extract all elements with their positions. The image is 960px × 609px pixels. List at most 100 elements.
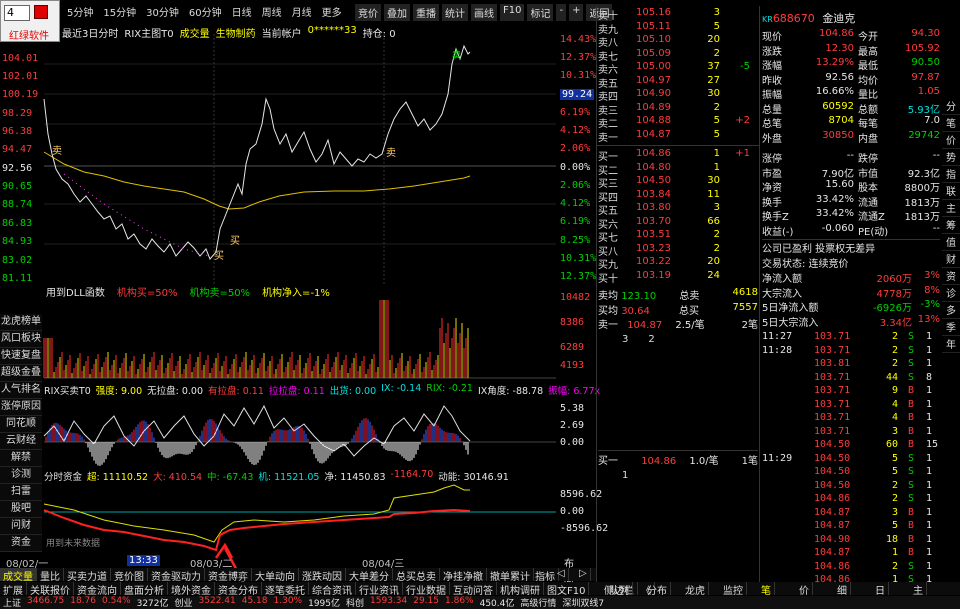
toolbar-button[interactable]: 重播 bbox=[413, 4, 439, 21]
indicator-tab[interactable]: 成交量 bbox=[0, 568, 37, 583]
indicator-tab[interactable]: 大单差分 bbox=[346, 568, 393, 583]
ask-row[interactable]: 卖八 105.10 20 bbox=[598, 34, 758, 49]
extend-tab[interactable]: 互动问答 bbox=[450, 582, 497, 597]
indicator-tab[interactable]: 竞价图 bbox=[111, 568, 148, 583]
right-strip-item[interactable]: 筹 bbox=[942, 217, 960, 234]
bid-row[interactable]: 买八 103.23 2 bbox=[598, 243, 758, 258]
indicator-tab[interactable]: 涨跌动因 bbox=[299, 568, 346, 583]
detail-tab[interactable]: 日 bbox=[872, 582, 889, 597]
detail-tab[interactable]: 龙虎 bbox=[682, 582, 709, 597]
ask-row[interactable]: 卖五 104.97 27 bbox=[598, 75, 758, 90]
tick-row[interactable]: 103.71 3 B 1 bbox=[762, 426, 940, 439]
menu-item[interactable]: 5分钟 bbox=[62, 4, 98, 19]
right-strip-item[interactable]: 年 bbox=[942, 336, 960, 353]
bid-row[interactable]: 买四 103.84 11 bbox=[598, 189, 758, 204]
indicator-tab[interactable]: ◁ bbox=[554, 568, 569, 581]
extend-tab[interactable]: 图文F10 bbox=[544, 582, 590, 597]
extend-tab[interactable]: 综合资讯 bbox=[309, 582, 356, 597]
indicator-tab[interactable]: 资金博弈 bbox=[205, 568, 252, 583]
detail-tab[interactable]: 价 bbox=[796, 582, 813, 597]
bid-row[interactable]: 买二 104.80 1 bbox=[598, 162, 758, 177]
detail-tab[interactable]: 笔 bbox=[758, 582, 775, 597]
tick-row[interactable]: 11:29 104.50 5 S 1 bbox=[762, 453, 940, 466]
toolbar-button[interactable]: 叠加 bbox=[384, 4, 410, 21]
toolbar-button[interactable]: + bbox=[569, 4, 584, 21]
right-strip-item[interactable]: 多 bbox=[942, 302, 960, 319]
side-menu-item[interactable]: 风口板块 bbox=[0, 331, 42, 348]
side-menu-item[interactable]: 龙虎榜单 bbox=[0, 314, 42, 331]
color-swatch[interactable] bbox=[34, 5, 48, 19]
extend-tab[interactable]: 境外资金 bbox=[168, 582, 215, 597]
extend-tab[interactable]: 关联报价 bbox=[27, 582, 74, 597]
detail-tab[interactable]: 分布 bbox=[644, 582, 671, 597]
side-menu-item[interactable]: 股吧 bbox=[0, 501, 42, 518]
side-menu-item[interactable]: 解禁 bbox=[0, 450, 42, 467]
bid-row[interactable]: 买十 103.19 24 bbox=[598, 270, 758, 285]
menu-item[interactable]: 更多 bbox=[317, 4, 347, 19]
side-menu-item[interactable]: 资金 bbox=[0, 535, 42, 552]
bid-row[interactable]: 买五 103.80 3 bbox=[598, 202, 758, 217]
tick-row[interactable]: 104.50 5 S 1 bbox=[762, 466, 940, 479]
right-strip-item[interactable]: 财 bbox=[942, 251, 960, 268]
extend-tab[interactable]: 行业资讯 bbox=[356, 582, 403, 597]
rix-chart[interactable] bbox=[43, 396, 556, 466]
period-select[interactable]: 4 bbox=[4, 5, 30, 21]
extend-tab[interactable]: 资金流向 bbox=[74, 582, 121, 597]
toolbar-button[interactable]: 标记 bbox=[527, 4, 554, 21]
tick-row[interactable]: 104.86 2 S 1 bbox=[762, 493, 940, 506]
indicator-tab[interactable]: 量比 bbox=[37, 568, 64, 583]
menu-item[interactable]: 日线 bbox=[227, 4, 257, 19]
tick-row[interactable]: 104.50 60 B 15 bbox=[762, 439, 940, 452]
tick-row[interactable]: 11:28 103.71 2 S 1 bbox=[762, 345, 940, 358]
tick-row[interactable]: 103.81 2 S 1 bbox=[762, 358, 940, 371]
extend-tab[interactable]: 逐笔委托 bbox=[262, 582, 309, 597]
price-chart[interactable]: 买 买 卖 卖 卖 bbox=[43, 34, 556, 284]
tick-row[interactable]: 103.71 4 B 1 bbox=[762, 399, 940, 412]
ask-row[interactable]: 卖九 105.11 5 bbox=[598, 21, 758, 36]
indicator-tab[interactable]: 总买总卖 bbox=[393, 568, 440, 583]
volume-chart[interactable] bbox=[43, 298, 556, 380]
indicator-tab[interactable]: 大单动向 bbox=[252, 568, 299, 583]
toolbar-button[interactable]: 竞价 bbox=[355, 4, 381, 21]
toolbar-button[interactable]: 画线 bbox=[471, 4, 497, 21]
right-strip-item[interactable]: 值 bbox=[942, 234, 960, 251]
right-strip-item[interactable]: 资 bbox=[942, 268, 960, 285]
tick-row[interactable]: 104.87 1 B 1 bbox=[762, 547, 940, 560]
extend-tab[interactable]: 机构调研 bbox=[497, 582, 544, 597]
ask-row[interactable]: 卖一 104.87 5 bbox=[598, 129, 758, 144]
side-menu-item[interactable]: 快速复盘 bbox=[0, 348, 42, 365]
side-menu-item[interactable]: 涨停原因 bbox=[0, 399, 42, 416]
detail-tab[interactable]: 监控 bbox=[720, 582, 747, 597]
bid-row[interactable]: 买七 103.51 2 bbox=[598, 229, 758, 244]
ask-row[interactable]: 卖十 105.16 3 bbox=[598, 7, 758, 22]
tick-row[interactable]: 104.87 3 B 1 bbox=[762, 507, 940, 520]
side-menu-item[interactable]: 云财经 bbox=[0, 433, 42, 450]
menu-item[interactable]: 30分钟 bbox=[141, 4, 184, 19]
right-strip-item[interactable]: 主 bbox=[942, 200, 960, 217]
right-strip-item[interactable]: 价 bbox=[942, 132, 960, 149]
bid-row[interactable]: 买六 103.70 66 bbox=[598, 216, 758, 231]
menu-item[interactable]: 15分钟 bbox=[98, 4, 141, 19]
right-strip-item[interactable]: 联 bbox=[942, 183, 960, 200]
detail-tab[interactable]: 主 bbox=[910, 582, 927, 597]
menu-item[interactable]: 周线 bbox=[257, 4, 287, 19]
toolbar-button[interactable]: F10 bbox=[500, 4, 525, 21]
flow-chart[interactable]: 用到未来数据 bbox=[43, 480, 556, 552]
detail-tab[interactable]: 细 bbox=[834, 582, 851, 597]
side-menu-item[interactable]: 同花顺10 bbox=[0, 416, 42, 445]
detail-tab[interactable]: 队列 bbox=[606, 582, 633, 597]
bid-row[interactable]: 买三 104.50 30 bbox=[598, 175, 758, 190]
menu-item[interactable]: 月线 bbox=[287, 4, 317, 19]
ask-row[interactable]: 卖六 105.00 37 -5 bbox=[598, 61, 758, 76]
indicator-tab[interactable]: ▷ bbox=[576, 568, 591, 581]
indicator-tab[interactable]: 买卖力道 bbox=[64, 568, 111, 583]
right-strip-item[interactable]: 势 bbox=[942, 149, 960, 166]
tick-row[interactable]: 103.71 4 B 1 bbox=[762, 412, 940, 425]
menu-item[interactable]: 60分钟 bbox=[184, 4, 227, 19]
right-strip-item[interactable]: 诊 bbox=[942, 285, 960, 302]
side-menu-item[interactable]: 诊测 bbox=[0, 467, 42, 484]
toolbar-button[interactable]: 统计 bbox=[442, 4, 468, 21]
ask-row[interactable]: 卖三 104.89 2 bbox=[598, 102, 758, 117]
extend-tab[interactable]: 行业数据 bbox=[403, 582, 450, 597]
tick-row[interactable]: 103.71 9 B 1 bbox=[762, 385, 940, 398]
